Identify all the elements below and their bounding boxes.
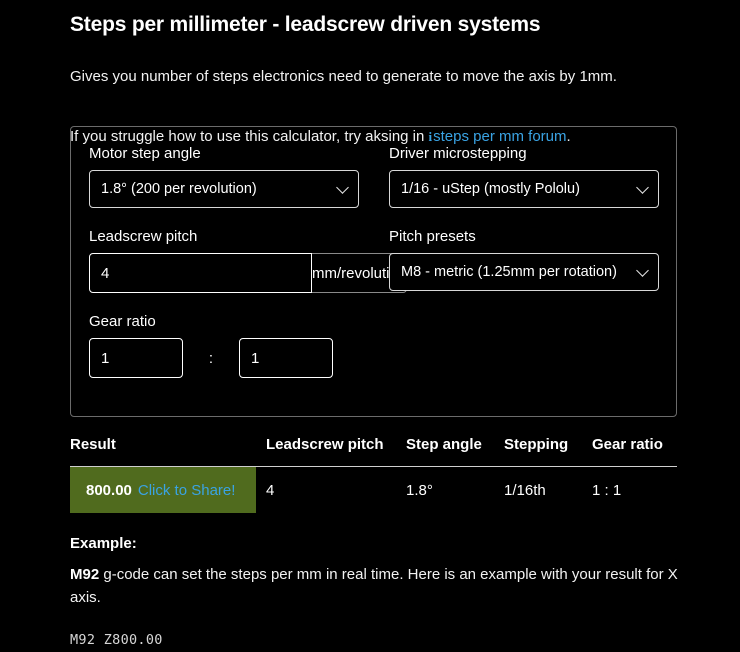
page-title: Steps per millimeter - leadscrew driven … xyxy=(70,13,541,36)
motor-step-angle-select[interactable]: 1.8° (200 per revolution) xyxy=(89,170,359,208)
driver-microstepping-label: Driver microstepping xyxy=(389,145,527,162)
table-row: 800.00 Click to Share! 4 1.8° 1/16th 1 :… xyxy=(70,467,677,513)
cell-stepping: 1/16th xyxy=(504,481,546,499)
leadscrew-pitch-input-group: mm/revolution xyxy=(89,253,408,293)
gear-ratio-inputs: : xyxy=(89,338,359,378)
calculator-page: Steps per millimeter - leadscrew driven … xyxy=(0,0,740,652)
header-gear-ratio: Gear ratio xyxy=(592,435,663,453)
result-cell-wrap: 800.00 Click to Share! xyxy=(70,467,266,513)
chevron-down-icon xyxy=(636,181,649,194)
field-leadscrew-pitch: Leadscrew pitch mm/revolution xyxy=(89,228,408,293)
field-gear-ratio: Gear ratio : xyxy=(89,313,359,378)
example-text: g-code can set the steps per mm in real … xyxy=(70,566,678,607)
driver-microstepping-select[interactable]: 1/16 - uStep (mostly Pololu) xyxy=(389,170,659,208)
calculator-form-panel: Motor step angle 1.8° (200 per revolutio… xyxy=(70,126,677,417)
example-code: M92 Z800.00 xyxy=(70,631,163,648)
table-header-row: Result Leadscrew pitch Step angle Steppi… xyxy=(70,428,677,460)
field-motor-step-angle: Motor step angle 1.8° (200 per revolutio… xyxy=(89,145,359,208)
cell-step-angle: 1.8° xyxy=(406,481,433,499)
gear-ratio-denominator-input[interactable] xyxy=(239,338,333,378)
driver-microstepping-value: 1/16 - uStep (mostly Pololu) xyxy=(401,181,580,197)
example-title: Example: xyxy=(70,535,137,552)
field-driver-microstepping: Driver microstepping 1/16 - uStep (mostl… xyxy=(389,145,659,208)
cell-gear-ratio: 1 : 1 xyxy=(592,481,622,499)
leadscrew-pitch-label: Leadscrew pitch xyxy=(89,228,198,245)
header-leadscrew-pitch: Leadscrew pitch xyxy=(266,435,384,453)
result-share-button[interactable]: 800.00 Click to Share! xyxy=(70,467,256,513)
header-result: Result xyxy=(70,435,116,453)
gear-ratio-separator: : xyxy=(208,349,214,367)
chevron-down-icon xyxy=(636,264,649,277)
header-stepping: Stepping xyxy=(504,435,569,453)
result-share-label: Click to Share! xyxy=(137,481,236,499)
motor-step-angle-label: Motor step angle xyxy=(89,145,201,162)
gear-ratio-label: Gear ratio xyxy=(89,313,156,330)
pitch-presets-select[interactable]: M8 - metric (1.25mm per rotation) xyxy=(389,253,659,291)
chevron-down-icon xyxy=(336,181,349,194)
example-gcode-name: M92 xyxy=(70,566,100,583)
example-section: Example: M92 g-code can set the steps pe… xyxy=(70,535,680,648)
leadscrew-pitch-input[interactable] xyxy=(89,253,312,293)
pitch-presets-label: Pitch presets xyxy=(389,228,476,245)
form-row-2: Leadscrew pitch mm/revolution Pitch pres… xyxy=(89,228,659,313)
field-pitch-presets: Pitch presets M8 - metric (1.25mm per ro… xyxy=(389,228,659,293)
example-body: M92 g-code can set the steps per mm in r… xyxy=(70,563,680,610)
cell-leadscrew-pitch: 4 xyxy=(266,481,275,499)
gear-ratio-numerator-input[interactable] xyxy=(89,338,183,378)
form-row-1: Motor step angle 1.8° (200 per revolutio… xyxy=(89,145,659,228)
form-row-3-spacer xyxy=(389,313,659,398)
pitch-presets-value: M8 - metric (1.25mm per rotation) xyxy=(401,264,617,280)
header-step-angle: Step angle xyxy=(406,435,482,453)
motor-step-angle-value: 1.8° (200 per revolution) xyxy=(101,181,257,197)
result-table: Result Leadscrew pitch Step angle Steppi… xyxy=(70,428,677,513)
result-value: 800.00 xyxy=(86,481,132,499)
form-row-3: Gear ratio : xyxy=(89,313,658,398)
page-description: Gives you number of steps electronics ne… xyxy=(70,68,617,85)
